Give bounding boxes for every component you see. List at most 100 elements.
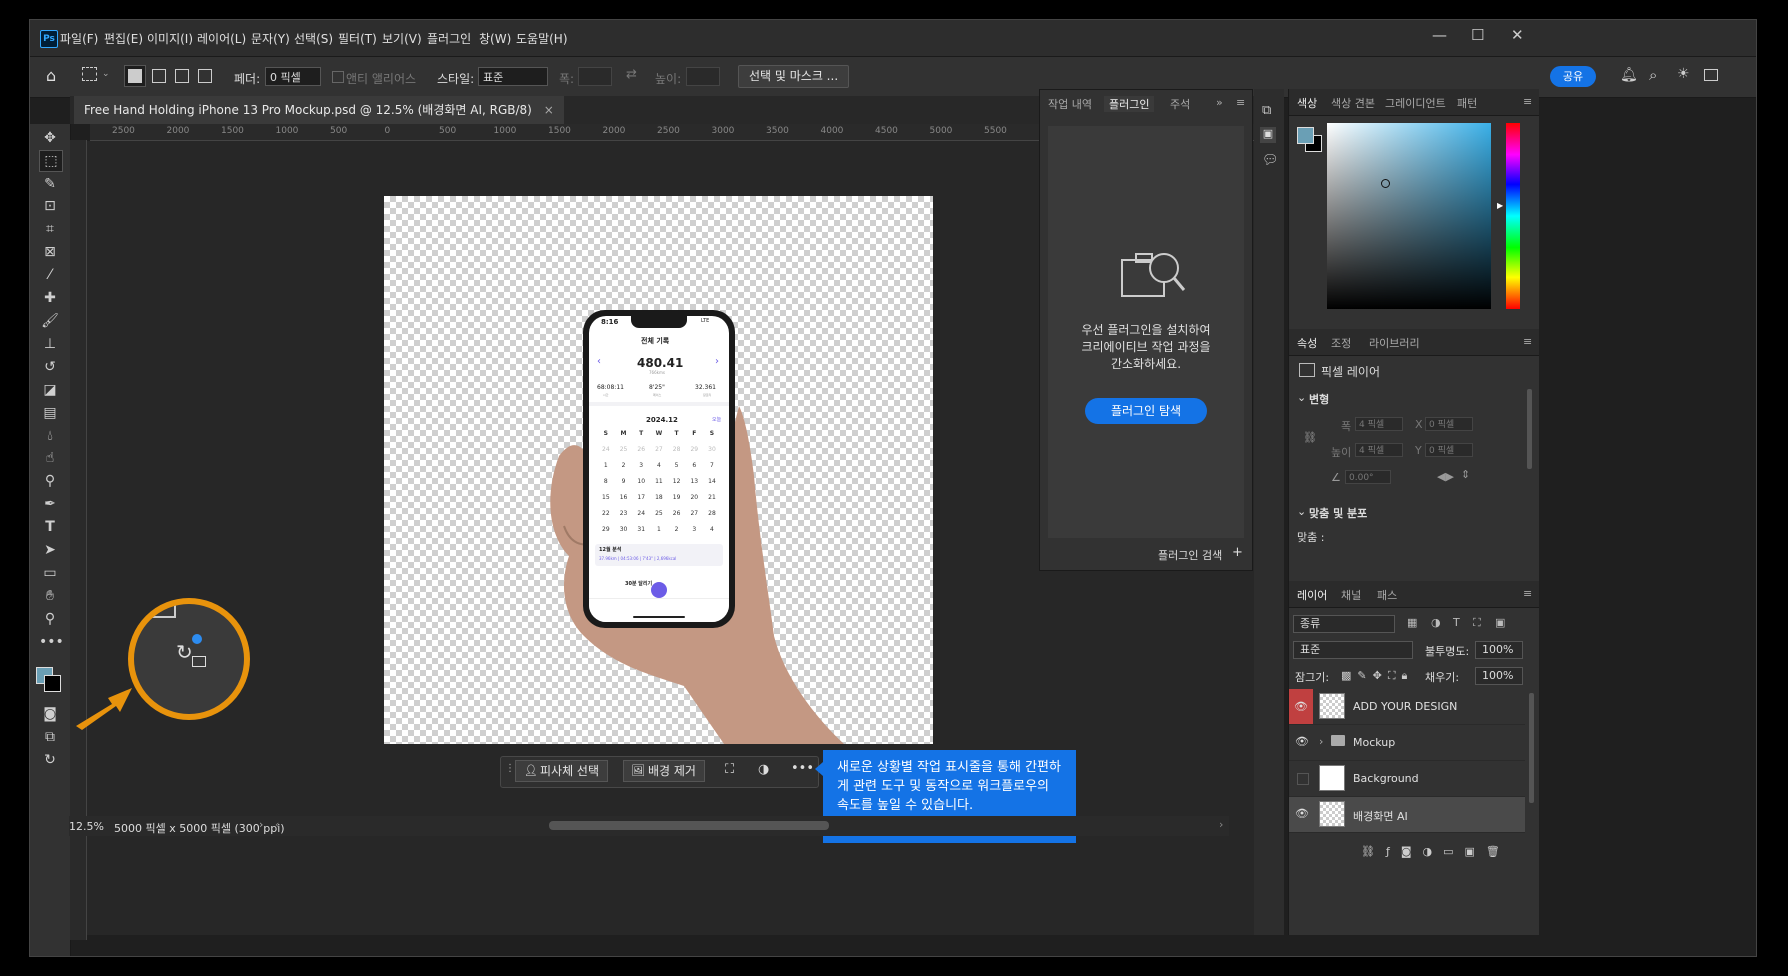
screen-mode-icon[interactable]: ⧉ bbox=[39, 727, 61, 747]
add-selection-icon[interactable] bbox=[152, 69, 166, 83]
filter-adjustment-icon[interactable]: ◑ bbox=[1431, 616, 1441, 629]
hue-slider-handle[interactable]: ▶ bbox=[1497, 201, 1503, 210]
add-plugin-icon[interactable]: + bbox=[1232, 545, 1243, 560]
bell-icon[interactable]: 🔔︎ bbox=[1620, 67, 1638, 83]
plugins-panel-icon[interactable]: ▣ bbox=[1260, 127, 1276, 143]
layer-row-background[interactable]: Background bbox=[1289, 761, 1525, 797]
document-tab[interactable]: Free Hand Holding iPhone 13 Pro Mockup.p… bbox=[74, 96, 564, 124]
type-tool-icon[interactable]: T bbox=[39, 517, 61, 537]
menu-view[interactable]: 보기(V) bbox=[382, 30, 422, 47]
search-icon[interactable]: ⌕ bbox=[1649, 66, 1657, 84]
color-field[interactable] bbox=[1327, 123, 1491, 309]
tab-swatches[interactable]: 색상 견본 bbox=[1331, 95, 1375, 111]
transform-chevron-icon[interactable]: ⌄ bbox=[1297, 391, 1306, 404]
smudge-tool-icon[interactable]: ☝ bbox=[39, 448, 61, 468]
tab-paths[interactable]: 패스 bbox=[1377, 587, 1397, 603]
tab-libraries[interactable]: 라이브러리 bbox=[1369, 335, 1420, 351]
crop-tool-icon[interactable]: ⌗ bbox=[39, 219, 61, 239]
tab-layers[interactable]: 레이어 bbox=[1297, 587, 1327, 603]
gradient-tool-icon[interactable]: ▤ bbox=[39, 403, 61, 423]
color-foreground-swatch[interactable] bbox=[1297, 127, 1314, 144]
close-tab-icon[interactable]: × bbox=[544, 103, 554, 117]
properties-menu-icon[interactable]: ≡ bbox=[1523, 335, 1532, 348]
more-tools-icon[interactable]: ••• bbox=[39, 632, 64, 652]
swap-icon[interactable]: ⇄ bbox=[626, 67, 637, 82]
eraser-tool-icon[interactable]: ◪ bbox=[39, 380, 61, 400]
path-selection-tool-icon[interactable]: ➤ bbox=[39, 540, 61, 560]
adjustment-icon[interactable]: ◑ bbox=[758, 762, 769, 777]
layers-menu-icon[interactable]: ≡ bbox=[1523, 587, 1532, 600]
visibility-eye-icon[interactable]: 👁︎ bbox=[1295, 807, 1309, 821]
background-color-swatch[interactable] bbox=[44, 675, 61, 692]
flip-vertical-icon[interactable]: ⇕ bbox=[1461, 468, 1470, 481]
filter-shape-icon[interactable]: ⛶ bbox=[1473, 616, 1481, 630]
opacity-field[interactable]: 100% bbox=[1475, 641, 1523, 659]
feather-input[interactable]: 0 픽셀 bbox=[265, 67, 321, 86]
blur-tool-icon[interactable]: 💧︎ bbox=[39, 426, 61, 446]
menu-file[interactable]: 파일(F) bbox=[60, 30, 98, 47]
scroll-left-icon[interactable]: ‹ bbox=[275, 818, 279, 831]
width-input[interactable] bbox=[578, 67, 612, 86]
filter-smart-object-icon[interactable]: ▣ bbox=[1495, 616, 1505, 629]
minimize-icon[interactable]: — bbox=[1432, 26, 1447, 44]
contextual-taskbar-icon[interactable]: ↻ bbox=[39, 750, 61, 770]
tab-plugins[interactable]: 플러그인 bbox=[1104, 96, 1155, 112]
menu-layer[interactable]: 레이어(L) bbox=[197, 30, 246, 47]
brush-tool-icon[interactable]: 🖌︎ bbox=[39, 311, 61, 331]
share-button[interactable]: 공유 bbox=[1550, 66, 1596, 87]
color-picker-cursor[interactable] bbox=[1381, 179, 1390, 188]
plugins-search-link[interactable]: 플러그인 검색 bbox=[1158, 547, 1222, 563]
layer-row-ai-background[interactable]: 👁︎ 배경화면 AI bbox=[1289, 797, 1525, 833]
transform-icon[interactable]: ⛶ bbox=[725, 762, 734, 777]
select-subject-button[interactable]: 👤︎ 피사체 선택 bbox=[515, 760, 609, 782]
layer-filter-select[interactable]: 종류 bbox=[1293, 615, 1395, 633]
home-icon[interactable]: ⌂ bbox=[46, 66, 56, 85]
history-panel-icon[interactable]: ⧉ bbox=[1262, 103, 1271, 118]
menu-plugins[interactable]: 플러그인 bbox=[427, 30, 471, 47]
layer-footer-icons[interactable]: ⛓ƒ◙◑▭▣🗑︎ bbox=[1361, 845, 1511, 858]
menu-filter[interactable]: 필터(T) bbox=[338, 30, 377, 47]
healing-brush-tool-icon[interactable]: ✚ bbox=[39, 288, 61, 308]
zoom-level[interactable]: 12.5% bbox=[69, 820, 104, 833]
tab-history[interactable]: 작업 내역 bbox=[1048, 96, 1092, 112]
lock-icons[interactable]: ▩✎✥⛶🔒︎ bbox=[1341, 669, 1413, 683]
menu-type[interactable]: 문자(Y) bbox=[251, 30, 290, 47]
menu-help[interactable]: 도움말(H) bbox=[516, 30, 568, 47]
antialias-checkbox[interactable] bbox=[332, 71, 344, 83]
marquee-tool-icon[interactable]: ⬚ bbox=[39, 150, 63, 172]
menu-image[interactable]: 이미지(I) bbox=[147, 30, 193, 47]
layers-scrollbar[interactable] bbox=[1529, 693, 1534, 803]
tab-adjustments[interactable]: 조정 bbox=[1331, 335, 1351, 351]
layer-row-mockup[interactable]: 👁︎ › Mockup bbox=[1289, 725, 1525, 761]
remove-background-button[interactable]: 🖼︎ 배경 제거 bbox=[623, 760, 705, 782]
width-field[interactable]: 4 픽셀 bbox=[1355, 417, 1403, 431]
fill-field[interactable]: 100% bbox=[1475, 667, 1523, 685]
height-input[interactable] bbox=[686, 67, 720, 86]
close-window-icon[interactable]: ✕ bbox=[1511, 26, 1524, 44]
hue-slider[interactable] bbox=[1506, 123, 1520, 309]
tab-color[interactable]: 색상 bbox=[1297, 95, 1317, 111]
history-brush-tool-icon[interactable]: ↺ bbox=[39, 357, 61, 377]
filter-type-icon[interactable]: T bbox=[1453, 616, 1460, 629]
menu-edit[interactable]: 편집(E) bbox=[104, 30, 143, 47]
browse-plugins-button[interactable]: 플러그인 탐색 bbox=[1085, 398, 1207, 424]
more-options-icon[interactable]: ••• bbox=[791, 761, 814, 776]
tab-gradients[interactable]: 그레이디언트 bbox=[1385, 95, 1446, 111]
style-select[interactable]: 표준 bbox=[478, 67, 548, 86]
tab-properties[interactable]: 속성 bbox=[1297, 335, 1317, 351]
link-icon[interactable]: ⛓ bbox=[1303, 431, 1317, 444]
filter-pixel-icon[interactable]: ▦ bbox=[1407, 616, 1417, 629]
x-field[interactable]: 0 픽셀 bbox=[1425, 417, 1473, 431]
chevron-down-icon[interactable]: ⌄ bbox=[102, 69, 110, 79]
quick-mask-icon[interactable]: ◙ bbox=[39, 704, 61, 724]
lightbulb-icon[interactable]: ☀ bbox=[1677, 66, 1690, 82]
maximize-icon[interactable]: ☐ bbox=[1471, 26, 1484, 44]
pen-tool-icon[interactable]: ✒ bbox=[39, 494, 61, 514]
workspace-icon[interactable] bbox=[1704, 69, 1718, 81]
select-and-mask-button[interactable]: 선택 및 마스크 ... bbox=[738, 65, 850, 88]
hand-tool-icon[interactable]: ✋︎ bbox=[39, 586, 61, 606]
comments-panel-icon[interactable]: 💬︎ bbox=[1262, 153, 1279, 168]
panel-menu-icon[interactable]: ≡ bbox=[1236, 96, 1245, 109]
dodge-tool-icon[interactable]: ⚲ bbox=[39, 471, 61, 491]
status-chevron-icon[interactable]: › bbox=[259, 818, 263, 831]
